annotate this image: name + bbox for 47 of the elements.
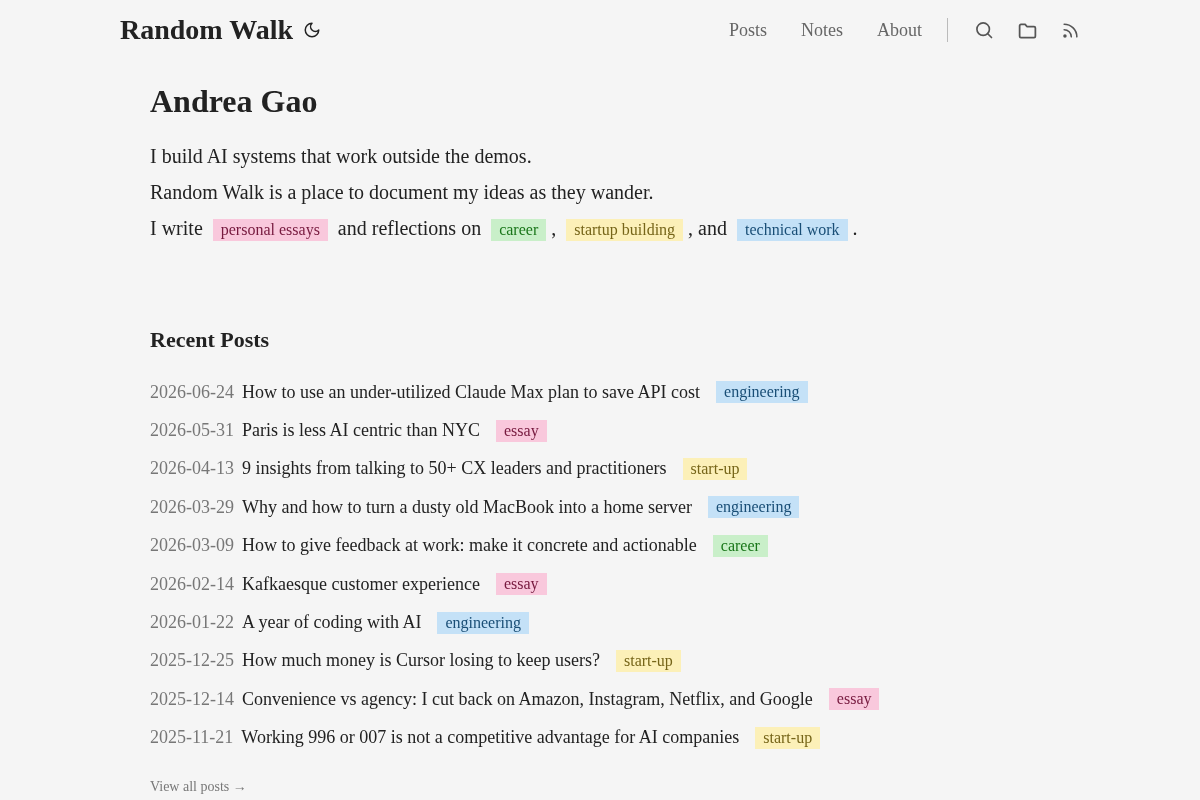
nav-link[interactable]: About: [877, 19, 922, 41]
post-title-link[interactable]: How much money is Cursor losing to keep users?: [242, 650, 600, 672]
post-title-link[interactable]: Convenience vs agency: I cut back on Amazon, Instagram, Netflix, and Google: [242, 688, 813, 710]
post-date: 2026-03-09: [150, 535, 234, 557]
post-title-link[interactable]: Why and how to turn a dusty old MacBook into a home server: [242, 496, 692, 518]
topic-tag-link[interactable]: technical work: [737, 219, 848, 242]
intro-sentence: I write personal essays and reflections on career , startup building , and technical work .: [150, 216, 859, 244]
post-tag[interactable]: essay: [495, 573, 547, 596]
post-tag[interactable]: engineering: [707, 496, 800, 519]
topic-tag-link[interactable]: career: [491, 219, 547, 242]
post-date: 2026-03-29: [150, 496, 234, 518]
rss-icon[interactable]: [1061, 20, 1080, 40]
post-tag[interactable]: essay: [495, 419, 547, 442]
post-tag[interactable]: start-up: [755, 726, 821, 749]
post-tag[interactable]: career: [712, 534, 768, 557]
post-title-link[interactable]: 9 insights from talking to 50+ CX leaders and practitioners: [242, 458, 667, 480]
post-date: 2026-04-13: [150, 458, 234, 480]
author-name: Andrea Gao: [150, 82, 319, 121]
post-date: 2026-06-24: [150, 381, 234, 403]
post-tag[interactable]: start-up: [615, 649, 681, 672]
topic-tag-link[interactable]: personal essays: [212, 219, 328, 242]
post-title-link[interactable]: Kafkaesque customer experience: [242, 573, 480, 595]
section-heading: Recent Posts: [150, 326, 271, 355]
intro-sentence: Random Walk is a place to document my ideas as they wander.: [150, 180, 655, 206]
post-tag[interactable]: start-up: [682, 457, 748, 480]
topic-tag-link[interactable]: startup building: [566, 219, 684, 242]
intro-sentence: I build AI systems that work outside the demos.: [150, 144, 533, 170]
site-title[interactable]: Random Walk: [120, 14, 293, 46]
post-title-link[interactable]: How to use an under-utilized Claude Max plan to save API cost: [242, 381, 701, 403]
moon-icon[interactable]: [303, 21, 321, 39]
post-date: 2026-05-31: [150, 420, 234, 442]
search-icon[interactable]: [974, 20, 994, 40]
nav-link[interactable]: Notes: [801, 19, 843, 41]
post-title-link[interactable]: A year of coding with AI: [242, 612, 422, 633]
post-date: 2026-02-14: [150, 573, 234, 595]
post-tag[interactable]: essay: [828, 688, 880, 711]
post-date: 2025-12-14: [150, 688, 234, 710]
post-title-link[interactable]: How to give feedback at work: make it concrete and actionable: [242, 535, 697, 557]
post-title-link[interactable]: Working 996 or 007 is not a competitive advantage for AI companies: [241, 727, 740, 749]
post-date: 2026-01-22: [150, 612, 234, 633]
post-date: 2025-11-21: [150, 727, 234, 749]
post-date: 2025-12-25: [150, 650, 234, 672]
post-tag[interactable]: engineering: [437, 611, 529, 634]
post-title-link[interactable]: Paris is less AI centric than NYC: [242, 420, 480, 442]
view-all-posts-link[interactable]: View all posts →: [150, 778, 247, 795]
post-tag[interactable]: engineering: [716, 381, 808, 404]
nav-link[interactable]: Posts: [728, 19, 767, 41]
